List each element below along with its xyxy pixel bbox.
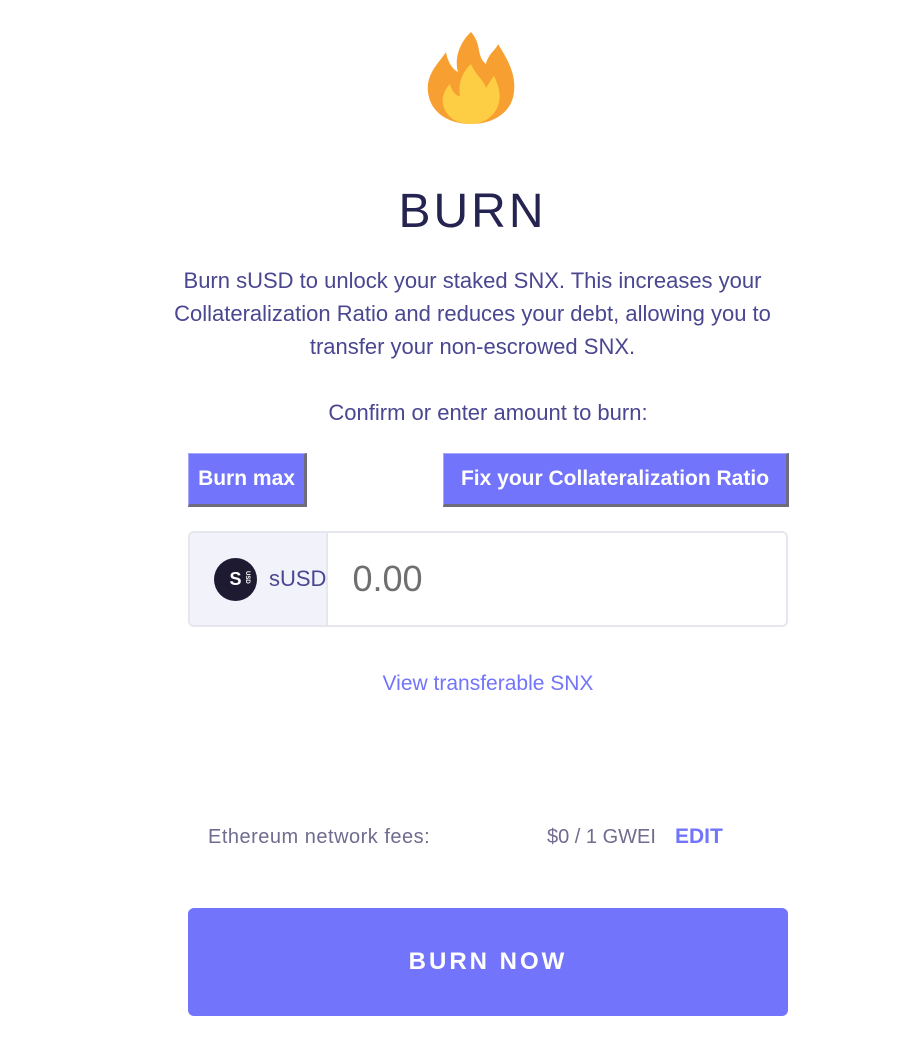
network-fees-label: Ethereum network fees: xyxy=(208,826,431,848)
page-description: Burn sUSD to unlock your staked SNX. Thi… xyxy=(174,268,771,359)
network-fees-value: $0 / 1 GWEI xyxy=(547,826,656,848)
page-title: BURN xyxy=(398,185,547,238)
edit-fees-link[interactable]: EDIT xyxy=(675,825,723,849)
fire-icon xyxy=(427,32,515,124)
amount-input[interactable] xyxy=(328,533,786,625)
susd-token-icon: S USD xyxy=(214,557,257,601)
burn-page: BURN Burn sUSD to unlock your staked SNX… xyxy=(0,0,919,1063)
amount-prompt: Confirm or enter amount to burn: xyxy=(328,400,648,425)
fix-collateralization-ratio-button[interactable]: Fix your Collateralization Ratio xyxy=(443,453,789,507)
currency-selector: S USD sUSD xyxy=(190,533,329,625)
amount-input-group: S USD sUSD xyxy=(188,531,788,627)
view-transferable-snx-link[interactable]: View transferable SNX xyxy=(188,672,788,696)
currency-label: sUSD xyxy=(269,566,327,591)
burn-now-button[interactable]: BURN NOW xyxy=(188,908,788,1016)
burn-max-button[interactable]: Burn max xyxy=(188,453,307,507)
